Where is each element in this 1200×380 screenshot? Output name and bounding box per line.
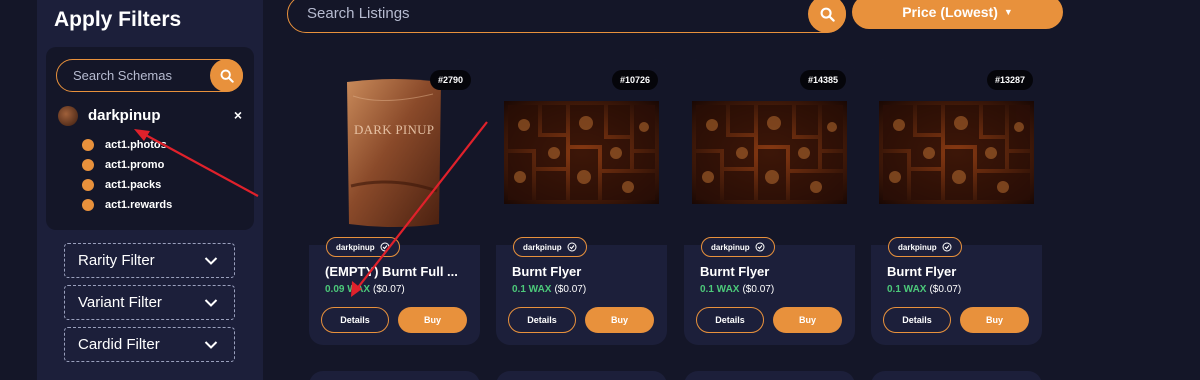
listing-card-partial[interactable] xyxy=(309,371,480,380)
schema-label: act1.rewards xyxy=(105,199,173,211)
price-usd: ($0.07) xyxy=(742,284,775,295)
search-icon xyxy=(820,7,835,22)
chevron-down-icon xyxy=(204,298,218,307)
flyer-image[interactable] xyxy=(879,101,1034,204)
card-name: Burnt Flyer xyxy=(512,264,582,279)
details-button[interactable]: Details xyxy=(696,307,764,333)
buy-button[interactable]: Buy xyxy=(398,307,467,333)
schema-item[interactable]: act1.packs xyxy=(82,175,172,195)
listing-search xyxy=(287,0,846,33)
verified-check-icon xyxy=(567,242,577,252)
collection-tag-label: darkpinup xyxy=(711,242,750,252)
schema-item[interactable]: act1.promo xyxy=(82,155,172,175)
filter-sidebar: Apply Filters darkpinup × act1.photos ac… xyxy=(37,0,263,380)
collection-name: darkpinup xyxy=(88,107,161,124)
details-button[interactable]: Details xyxy=(883,307,951,333)
schema-item[interactable]: act1.photos xyxy=(82,135,172,155)
details-button[interactable]: Details xyxy=(508,307,576,333)
card-image-area: DARK PINUP #2790 xyxy=(309,59,480,245)
cardid-filter-label: Cardid Filter xyxy=(78,336,160,353)
card-image-area: #14385 xyxy=(684,59,855,245)
card-name: Burnt Flyer xyxy=(887,264,957,279)
schema-label: act1.promo xyxy=(105,159,165,171)
variant-filter-label: Variant Filter xyxy=(78,294,162,311)
verified-check-icon xyxy=(380,242,390,252)
verified-check-icon xyxy=(942,242,952,252)
schema-radio[interactable] xyxy=(82,179,94,191)
pack-title: DARK PINUP xyxy=(354,122,434,137)
price-usd: ($0.07) xyxy=(929,284,962,295)
details-button[interactable]: Details xyxy=(321,307,389,333)
price-wax: 0.09 WAX xyxy=(325,284,371,295)
listing-search-button[interactable] xyxy=(808,0,846,33)
schema-label: act1.photos xyxy=(105,139,167,151)
sort-dropdown[interactable]: Price (Lowest) ▼ xyxy=(852,0,1063,29)
schema-item[interactable]: act1.rewards xyxy=(82,195,172,215)
chevron-down-icon xyxy=(204,340,218,349)
card-id-badge: #2790 xyxy=(429,70,471,90)
collection-tag[interactable]: darkpinup xyxy=(701,237,775,257)
card-id-badge: #13287 xyxy=(986,70,1033,90)
card-id-badge: #10726 xyxy=(611,70,658,90)
schema-label: act1.packs xyxy=(105,179,162,191)
collection-tag[interactable]: darkpinup xyxy=(513,237,587,257)
buy-button[interactable]: Buy xyxy=(773,307,842,333)
search-icon xyxy=(220,69,234,83)
listing-card[interactable]: DARK PINUP #2790 darkpinup (EMPTY) Burnt… xyxy=(309,59,480,345)
card-image-area: #10726 xyxy=(496,59,667,245)
listing-card-partial[interactable] xyxy=(684,371,855,380)
pack-image[interactable]: DARK PINUP xyxy=(343,76,445,230)
sort-label: Price (Lowest) xyxy=(902,4,998,20)
listing-card[interactable]: #10726 darkpinup Burnt Flyer 0.1 WAX ($0.… xyxy=(496,59,667,345)
listing-card[interactable]: #13287 darkpinup Burnt Flyer 0.1 WAX ($0.… xyxy=(871,59,1042,345)
listing-card[interactable]: #14385 darkpinup Burnt Flyer 0.1 WAX ($0.… xyxy=(684,59,855,345)
rarity-filter-label: Rarity Filter xyxy=(78,252,155,269)
card-name: Burnt Flyer xyxy=(700,264,770,279)
cardid-filter-dropdown[interactable]: Cardid Filter xyxy=(64,327,235,362)
schema-radio[interactable] xyxy=(82,139,94,151)
collection-tag-label: darkpinup xyxy=(523,242,562,252)
schema-filter-box: darkpinup × act1.photos act1.promo act1.… xyxy=(46,47,254,230)
card-price: 0.1 WAX ($0.07) xyxy=(700,284,774,295)
card-id-badge: #14385 xyxy=(799,70,846,90)
price-wax: 0.1 WAX xyxy=(512,284,552,295)
schema-radio[interactable] xyxy=(82,199,94,211)
buy-button[interactable]: Buy xyxy=(585,307,654,333)
chevron-down-icon xyxy=(204,256,218,265)
card-price: 0.09 WAX ($0.07) xyxy=(325,284,405,295)
variant-filter-dropdown[interactable]: Variant Filter xyxy=(64,285,235,320)
listing-card-partial[interactable] xyxy=(871,371,1042,380)
collection-row: darkpinup × xyxy=(58,105,246,127)
verified-check-icon xyxy=(755,242,765,252)
collection-tag-label: darkpinup xyxy=(336,242,375,252)
price-wax: 0.1 WAX xyxy=(887,284,927,295)
sidebar-title: Apply Filters xyxy=(54,8,182,31)
schema-search-input[interactable] xyxy=(73,68,203,83)
card-price: 0.1 WAX ($0.07) xyxy=(512,284,586,295)
flyer-image[interactable] xyxy=(692,101,847,204)
card-price: 0.1 WAX ($0.07) xyxy=(887,284,961,295)
schema-radio[interactable] xyxy=(82,159,94,171)
caret-down-icon: ▼ xyxy=(1003,7,1013,17)
collection-avatar xyxy=(58,106,78,126)
price-usd: ($0.07) xyxy=(373,284,405,295)
listing-search-input[interactable] xyxy=(307,5,747,22)
card-name: (EMPTY) Burnt Full ... xyxy=(325,264,458,279)
rarity-filter-dropdown[interactable]: Rarity Filter xyxy=(64,243,235,278)
flyer-image[interactable] xyxy=(504,101,659,204)
schema-search-button[interactable] xyxy=(210,59,243,92)
buy-button[interactable]: Buy xyxy=(960,307,1029,333)
schema-list: act1.photos act1.promo act1.packs act1.r… xyxy=(82,135,172,215)
price-wax: 0.1 WAX xyxy=(700,284,740,295)
collection-tag-label: darkpinup xyxy=(898,242,937,252)
schema-search xyxy=(56,59,243,92)
collection-tag[interactable]: darkpinup xyxy=(326,237,400,257)
listing-card-partial[interactable] xyxy=(496,371,667,380)
close-icon[interactable]: × xyxy=(234,107,242,123)
price-usd: ($0.07) xyxy=(554,284,587,295)
collection-tag[interactable]: darkpinup xyxy=(888,237,962,257)
card-image-area: #13287 xyxy=(871,59,1042,245)
